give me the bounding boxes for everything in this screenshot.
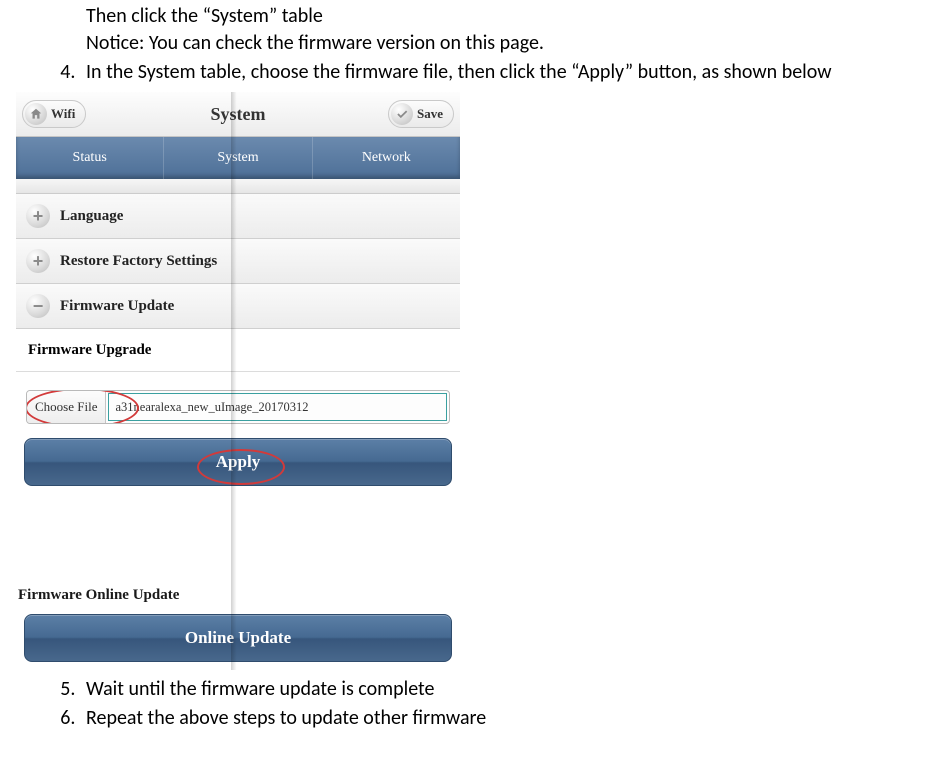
apply-button[interactable]: Apply [24,438,452,486]
step-4: In the System table, choose the firmware… [80,59,924,86]
acc-restore-label: Restore Factory Settings [60,253,217,270]
online-update-label: Online Update [185,628,291,648]
step4-text: In the System table, choose the firmware… [86,60,832,84]
step-6: Repeat the above steps to update other f… [80,705,924,732]
plus-icon: + [26,249,50,273]
acc-language-label: Language [60,208,123,225]
wifi-label: Wifi [51,106,75,122]
save-label: Save [417,106,443,122]
system-settings-app: Wifi System Save Status System Network +… [16,92,460,670]
step6-text: Repeat the above steps to update other f… [86,706,486,730]
plus-icon: + [26,204,50,228]
chosen-file-name: a31nearalexa_new_uImage_20170312 [108,393,447,421]
file-chooser-row: Choose File a31nearalexa_new_uImage_2017… [16,390,460,430]
minus-icon: − [26,294,50,318]
tab-bar: Status System Network [16,137,460,179]
wifi-back-button[interactable]: Wifi [22,100,86,128]
tab-network[interactable]: Network [313,137,460,179]
firmware-upgrade-heading: Firmware Upgrade [16,329,460,372]
acc-firmware-update[interactable]: − Firmware Update [16,284,460,329]
step3-cont-a: Then click the “System” table [86,3,924,30]
firmware-online-heading: Firmware Online Update [16,581,460,610]
acc-language[interactable]: + Language [16,194,460,239]
tab-status[interactable]: Status [16,137,163,179]
save-button[interactable]: Save [388,100,454,128]
acc-restore[interactable]: + Restore Factory Settings [16,239,460,284]
app-header: Wifi System Save [16,92,460,137]
step5-text: Wait until the firmware update is comple… [86,677,435,701]
online-update-button[interactable]: Online Update [24,614,452,662]
step3-cont-b: Notice: You can check the firmware versi… [86,30,924,57]
home-icon [25,103,47,125]
tab-system[interactable]: System [164,137,311,179]
checkmark-icon [391,103,413,125]
step-5: Wait until the firmware update is comple… [80,676,924,703]
choose-file-button[interactable]: Choose File [27,391,106,423]
acc-firmware-label: Firmware Update [60,298,174,315]
apply-label: Apply [216,452,260,472]
